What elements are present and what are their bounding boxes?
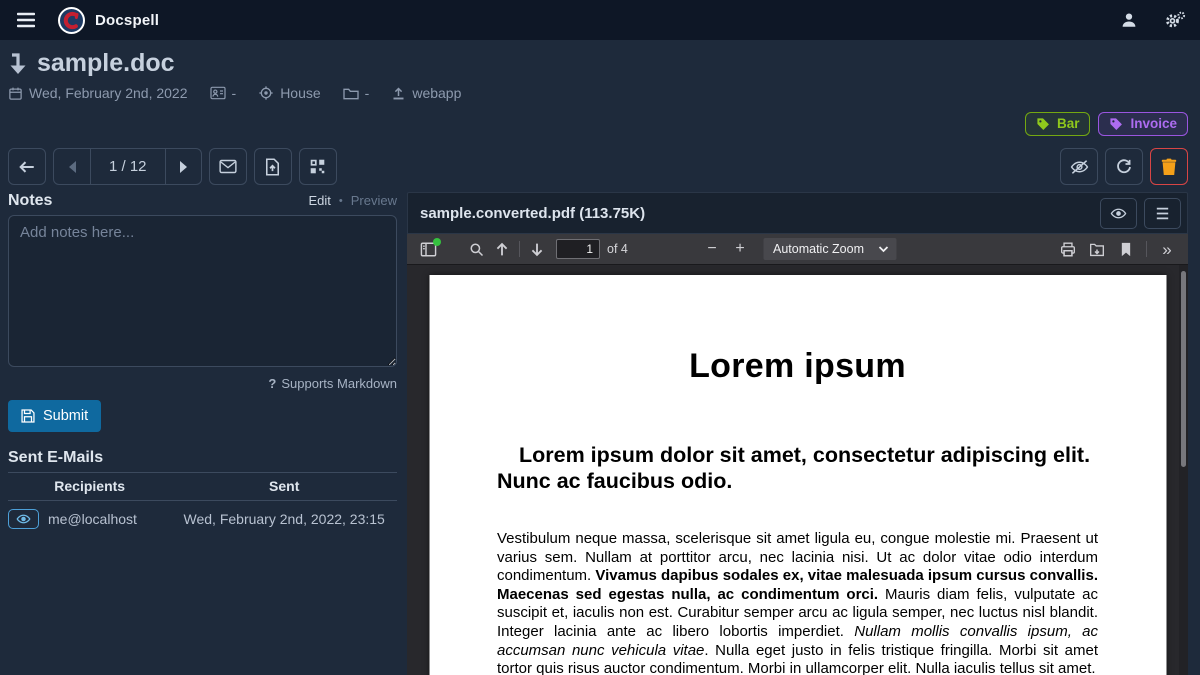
pdf-sidebar-toggle-button[interactable] [415,237,441,261]
pdf-scrollbar-thumb[interactable] [1181,271,1186,467]
pdf-search-button[interactable] [463,237,489,261]
attach-file-button[interactable] [254,148,292,185]
settings-gears-icon[interactable] [1164,10,1186,30]
pdf-toolbar: of 4 − + Automatic Zoom [407,234,1188,265]
menu-icon[interactable] [10,4,42,36]
attachment-panel: sample.converted.pdf (113.75K) [407,192,1188,675]
submit-button[interactable]: Submit [8,400,101,432]
item-correspondent: - [210,83,237,103]
sidebar-notification-dot [433,238,441,246]
pdf-print-button[interactable] [1055,237,1081,261]
pdf-doc-title: Lorem ipsum [497,347,1098,386]
pdf-viewer-body: Lorem ipsum Lorem ipsum dolor sit amet, … [407,265,1188,675]
hide-item-button[interactable] [1060,148,1098,185]
app-logo: Docspell [58,7,159,34]
pdf-download-button[interactable] [1084,237,1110,261]
item-concerning: House [258,83,320,103]
column-sent: Sent [171,473,397,501]
refresh-button[interactable] [1105,148,1143,185]
attachment-filename: sample.converted.pdf (113.75K) [420,205,645,222]
eye-icon [1110,207,1127,220]
app-name: Docspell [95,12,159,29]
notes-title: Notes [8,192,52,210]
docspell-logo-icon [58,7,85,34]
column-recipients: Recipients [8,473,171,501]
pdf-bookmark-button[interactable] [1113,237,1139,261]
attachment-menu-button[interactable] [1144,198,1181,229]
notes-link-separator: • [339,195,343,207]
tag-icon [1036,117,1050,131]
pdf-zoom-in-button[interactable]: + [727,237,753,261]
tag-icon [1109,117,1123,131]
content: Notes Edit • Preview ?Supports Markdown … [0,192,1200,675]
back-button[interactable] [8,148,46,185]
pdf-next-page-button[interactable] [524,237,550,261]
pdf-more-tools-button[interactable]: » [1154,237,1180,261]
item-header: sample.doc Wed, February 2nd, 2022 - Hou… [0,40,1200,103]
sent-emails-table: Recipients Sent me@localhost [8,472,397,537]
page-title: sample.doc [37,48,175,78]
item-toolbar: 1 / 12 [0,148,1200,185]
item-date: Wed, February 2nd, 2022 [8,83,188,103]
download-arrow-icon [8,48,27,78]
tag-invoice[interactable]: Invoice [1098,112,1188,136]
attachment-preview-button[interactable] [1100,198,1137,229]
pdf-page-count: of 4 [607,242,628,256]
item-source: webapp [391,83,461,103]
notes-input[interactable] [8,215,397,367]
attachment-header: sample.converted.pdf (113.75K) [407,192,1188,234]
tag-bar[interactable]: Bar [1025,112,1091,136]
user-icon[interactable] [1120,11,1138,29]
markdown-hint: ?Supports Markdown [8,376,397,391]
pdf-scrollbar-track [1179,265,1188,675]
qr-code-button[interactable] [299,148,337,185]
sent-email-row[interactable]: me@localhost Wed, February 2nd, 2022, 23… [8,501,397,538]
pdf-zoom-out-button[interactable]: − [699,237,725,261]
email-recipient: me@localhost [48,511,137,527]
page-nav-group: 1 / 12 [53,148,202,185]
left-panel: Notes Edit • Preview ?Supports Markdown … [8,192,397,537]
sent-emails-title: Sent E-Mails [8,449,397,472]
docspell-app: Docspell sample.doc [0,0,1200,675]
next-page-button[interactable] [165,149,201,184]
item-folder: - [343,83,370,103]
pdf-prev-page-button[interactable] [489,237,515,261]
pdf-doc-paragraph: Vestibulum neque massa, scelerisque sit … [497,530,1098,675]
page-indicator: 1 / 12 [90,149,165,184]
email-sent-date: Wed, February 2nd, 2022, 23:15 [171,501,397,538]
eye-icon [16,513,31,525]
pdf-page: Lorem ipsum Lorem ipsum dolor sit amet, … [429,275,1166,675]
pdf-zoom-select[interactable]: Automatic Zoom [763,238,896,260]
top-navbar: Docspell [0,0,1200,40]
view-email-button[interactable] [8,509,39,529]
delete-button[interactable] [1150,148,1188,185]
pdf-page-input[interactable] [556,239,600,259]
hamburger-icon [1155,207,1170,220]
mail-button[interactable] [209,148,247,185]
help-icon: ? [268,376,276,391]
pdf-doc-heading: Lorem ipsum dolor sit amet, consectetur … [497,442,1098,494]
notes-preview-link[interactable]: Preview [351,193,397,208]
chevron-down-icon [878,246,888,253]
tags-row: Bar Invoice [0,112,1200,136]
notes-edit-link[interactable]: Edit [308,193,330,208]
save-icon [21,409,35,423]
prev-page-button[interactable] [54,149,90,184]
